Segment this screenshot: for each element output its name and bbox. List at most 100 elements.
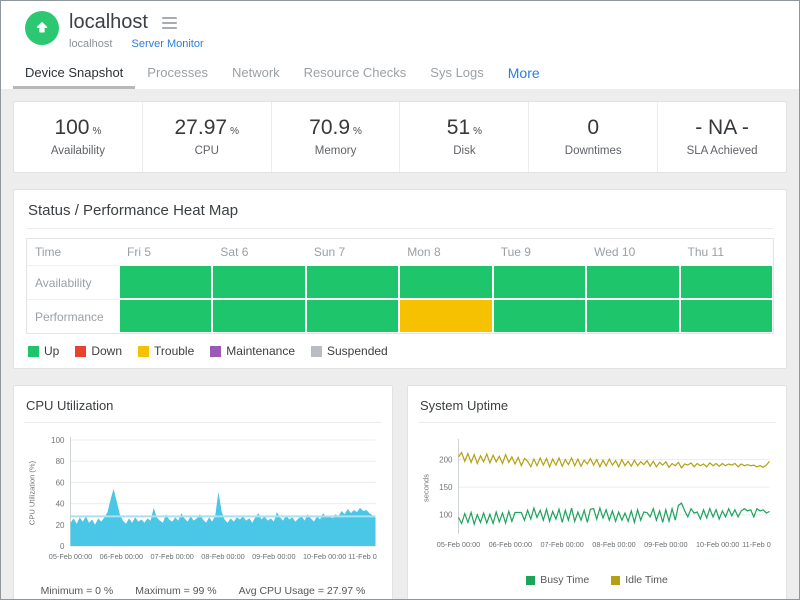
heatmap-cell-availability-tue-9[interactable] — [493, 265, 586, 299]
x-tick-label: 11-Feb 0 — [348, 552, 377, 561]
legend-swatch-up — [28, 346, 39, 357]
heatmap-card: Status / Performance Heat Map TimeFri 5S… — [13, 189, 787, 369]
x-tick-label: 07-Feb 00:00 — [540, 540, 583, 549]
y-tick-label: 200 — [439, 456, 453, 465]
stat-unit: % — [92, 126, 101, 137]
cpu-chart-footer-stats: Minimum = 0 %Maximum = 99 %Avg CPU Usage… — [24, 585, 382, 597]
heatmap-col-header-time: Time — [27, 239, 119, 265]
tab-more[interactable]: More — [496, 59, 552, 90]
heatmap-cell-performance-sun-7[interactable] — [306, 299, 399, 333]
legend-swatch-trouble — [138, 346, 149, 357]
heatmap-title: Status / Performance Heat Map — [28, 202, 774, 219]
legend-swatch-down — [75, 346, 86, 357]
stat-availability: 100%Availability — [14, 102, 143, 172]
y-tick-label: 100 — [439, 511, 453, 520]
heatmap-cell-availability-sat-6[interactable] — [212, 265, 305, 299]
heatmap-cell-performance-mon-8[interactable] — [399, 299, 492, 333]
up-arrow-icon — [33, 19, 51, 37]
heatmap-col-header-fri-5: Fri 5 — [119, 239, 212, 265]
cpu-footer-stat-0: Minimum = 0 % — [41, 585, 114, 597]
x-tick-label: 08-Feb 00:00 — [592, 540, 635, 549]
y-tick-label: 0 — [60, 542, 65, 551]
heatmap-cell-availability-sun-7[interactable] — [306, 265, 399, 299]
heatmap-cell-availability-fri-5[interactable] — [119, 265, 212, 299]
y-axis-label: seconds — [422, 474, 431, 502]
heatmap-cell-availability-thu-11[interactable] — [680, 265, 773, 299]
legend-label: Down — [91, 344, 122, 358]
heatmap-row-label-performance: Performance — [27, 299, 119, 333]
uptime-chart-legend: Busy Time Idle Time — [418, 574, 776, 586]
heatmap-cell-availability-wed-10[interactable] — [586, 265, 679, 299]
heatmap-cell-availability-mon-8[interactable] — [399, 265, 492, 299]
page-title: localhost — [69, 11, 148, 34]
app-window: localhost localhost Server Monitor Devic… — [0, 0, 800, 600]
heatmap-table: TimeFri 5Sat 6Sun 7Mon 8Tue 9Wed 10Thu 1… — [26, 238, 774, 334]
heatmap-col-header-sun-7: Sun 7 — [306, 239, 399, 265]
stat-unit: % — [230, 126, 239, 137]
heatmap-col-header-thu-11: Thu 11 — [680, 239, 773, 265]
tab-network[interactable]: Network — [220, 59, 292, 89]
legend-swatch-maintenance — [210, 346, 221, 357]
y-axis-label: CPU Utilization (%) — [28, 460, 37, 525]
heatmap-legend-trouble: Trouble — [138, 344, 194, 358]
stat-value: 100 — [54, 116, 89, 139]
x-tick-label: 10-Feb 00:00 — [696, 540, 739, 549]
x-tick-label: 11-Feb 0 — [742, 540, 771, 549]
legend-label: Up — [44, 344, 59, 358]
heatmap-cell-performance-sat-6[interactable] — [212, 299, 305, 333]
y-tick-label: 150 — [439, 483, 453, 492]
legend-swatch-suspended — [311, 346, 322, 357]
breadcrumb-device: localhost — [69, 38, 112, 50]
legend-label: Busy Time — [540, 574, 589, 586]
uptime-legend-busy-time[interactable]: Busy Time — [526, 574, 589, 586]
heatmap-legend: Up Down Trouble Maintenance Suspended — [26, 344, 774, 358]
line-series-idle-time — [459, 453, 770, 468]
legend-label: Suspended — [327, 344, 388, 358]
cpu-chart-title: CPU Utilization — [26, 398, 382, 413]
breadcrumb: localhost Server Monitor — [69, 38, 204, 50]
tab-resource-checks[interactable]: Resource Checks — [292, 59, 419, 89]
stat-value: 70.9 — [309, 116, 350, 139]
legend-label: Trouble — [154, 344, 194, 358]
x-tick-label: 05-Feb 00:00 — [437, 540, 480, 549]
heatmap-cell-performance-tue-9[interactable] — [493, 299, 586, 333]
heatmap-legend-maintenance: Maintenance — [210, 344, 295, 358]
heatmap-legend-down: Down — [75, 344, 122, 358]
heatmap-col-header-tue-9: Tue 9 — [493, 239, 586, 265]
stat-label: CPU — [195, 145, 219, 157]
tab-sys-logs[interactable]: Sys Logs — [418, 59, 495, 89]
breadcrumb-monitor-link[interactable]: Server Monitor — [131, 38, 203, 50]
line-series-busy-time — [459, 503, 770, 524]
y-tick-label: 100 — [51, 436, 65, 445]
heatmap-cell-performance-thu-11[interactable] — [680, 299, 773, 333]
divider — [24, 422, 382, 423]
x-tick-label: 07-Feb 00:00 — [150, 552, 193, 561]
y-tick-label: 80 — [56, 457, 65, 466]
x-tick-label: 05-Feb 00:00 — [49, 552, 92, 561]
heatmap-row-label-availability: Availability — [27, 265, 119, 299]
tab-bar: Device SnapshotProcessesNetworkResource … — [1, 58, 799, 89]
stat-label: SLA Achieved — [687, 145, 758, 157]
stat-memory: 70.9%Memory — [272, 102, 401, 172]
device-status-avatar — [25, 11, 59, 45]
hamburger-menu-icon[interactable] — [160, 15, 179, 31]
x-tick-label: 09-Feb 00:00 — [644, 540, 687, 549]
x-tick-label: 10-Feb 00:00 — [303, 552, 346, 561]
stat-disk: 51%Disk — [400, 102, 529, 172]
uptime-legend-idle-time[interactable]: Idle Time — [611, 574, 668, 586]
header: localhost localhost Server Monitor Devic… — [1, 1, 799, 89]
tab-device-snapshot[interactable]: Device Snapshot — [13, 59, 135, 89]
divider — [418, 422, 776, 423]
uptime-chart-card: System Uptime 100150200seconds05-Feb 00:… — [407, 385, 787, 599]
divider — [26, 228, 774, 229]
stat-label: Memory — [315, 145, 357, 157]
stat-value: 51 — [447, 116, 470, 139]
x-tick-label: 06-Feb 00:00 — [489, 540, 532, 549]
heatmap-cell-performance-wed-10[interactable] — [586, 299, 679, 333]
stat-value: 27.97 — [175, 116, 228, 139]
heatmap-cell-performance-fri-5[interactable] — [119, 299, 212, 333]
tab-processes[interactable]: Processes — [135, 59, 220, 89]
stat-downtimes: 0Downtimes — [529, 102, 658, 172]
legend-label: Idle Time — [625, 574, 668, 586]
stat-cpu: 27.97% CPU — [143, 102, 272, 172]
